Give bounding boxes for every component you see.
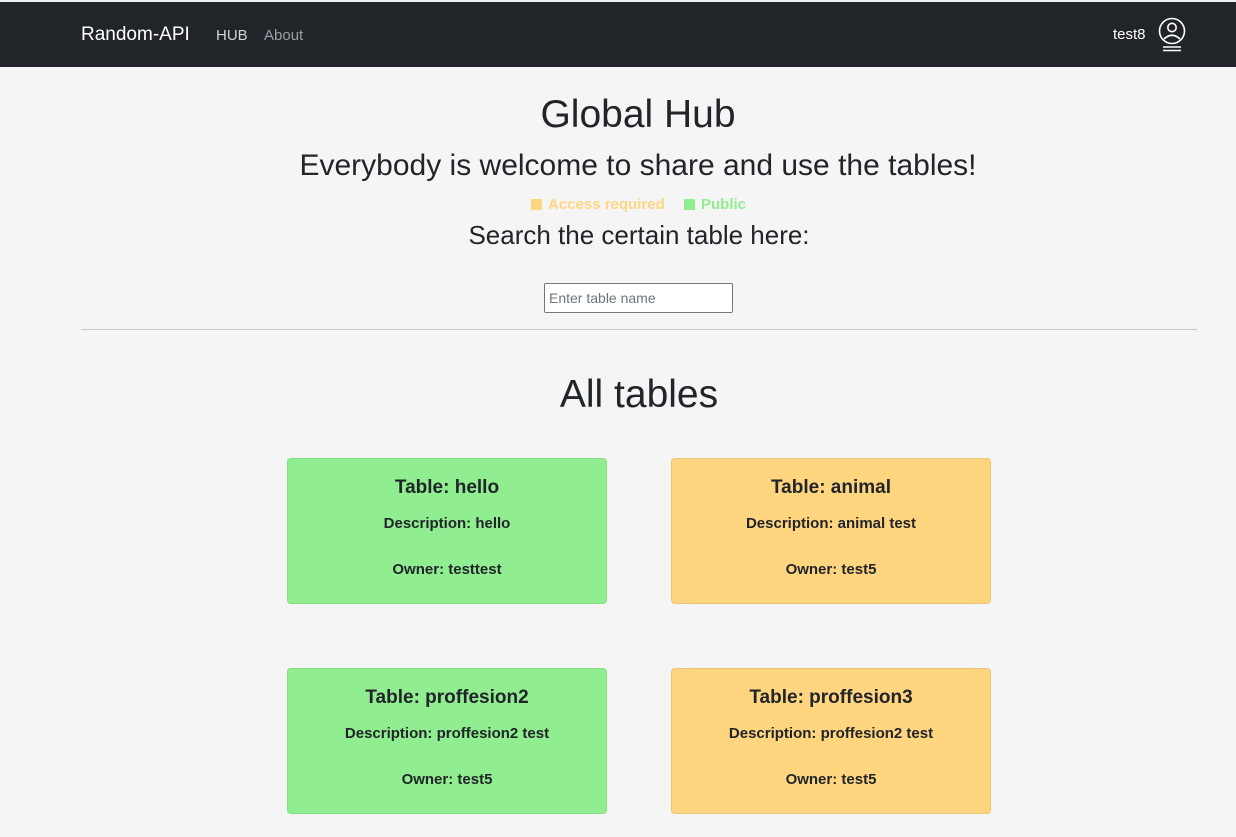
legend-public-label: Public [701, 196, 747, 213]
page-title: Global Hub [540, 93, 736, 136]
table-card-owner: Owner: test5 [401, 771, 493, 788]
search-heading: Search the certain table here: [468, 220, 810, 250]
section-divider [81, 329, 1197, 330]
table-card-description: Description: hello [383, 515, 511, 532]
table-search-input[interactable] [544, 283, 733, 313]
navbar: Random-API HUB About test8 [0, 2, 1236, 67]
all-tables-heading: All tables [559, 373, 719, 416]
legend-access-label: Access required [548, 196, 665, 213]
nav-link-about[interactable]: About [264, 27, 303, 44]
table-card-title: Table: proffesion3 [749, 687, 913, 708]
table-card-owner: Owner: test5 [785, 561, 877, 578]
legend-access-required: Access required [531, 196, 665, 213]
table-card-title: Table: animal [770, 477, 891, 498]
table-card-owner: Owner: test5 [785, 771, 877, 788]
legend-public: Public [684, 196, 746, 213]
brand-link[interactable]: Random-API [81, 24, 190, 46]
public-swatch-icon [684, 199, 695, 210]
table-card-animal[interactable]: Table: animal Description: animal test O… [671, 458, 991, 604]
table-card-description: Description: animal test [745, 515, 917, 532]
table-card-hello[interactable]: Table: hello Description: hello Owner: t… [287, 458, 607, 604]
access-required-swatch-icon [531, 199, 542, 210]
username-label[interactable]: test8 [1113, 26, 1146, 43]
table-card-proffesion3[interactable]: Table: proffesion3 Description: proffesi… [671, 668, 991, 814]
table-card-title: Table: proffesion2 [365, 687, 529, 708]
table-card-description: Description: proffesion2 test [344, 725, 550, 742]
user-circle-icon[interactable] [1157, 17, 1187, 53]
nav-link-hub[interactable]: HUB [216, 27, 248, 44]
table-card-proffesion2[interactable]: Table: proffesion2 Description: proffesi… [287, 668, 607, 814]
welcome-subtitle: Everybody is welcome to share and use th… [299, 149, 977, 182]
table-card-owner: Owner: testtest [392, 561, 502, 578]
table-card-title: Table: hello [394, 477, 500, 498]
table-card-description: Description: proffesion2 test [728, 725, 934, 742]
